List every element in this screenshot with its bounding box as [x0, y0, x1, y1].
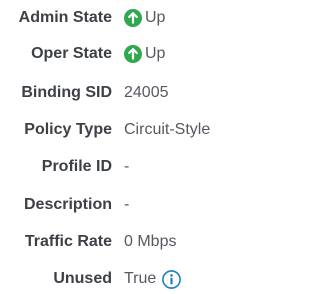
oper-state-value-group: Up — [124, 45, 165, 63]
profile-id-value: - — [124, 158, 130, 175]
admin-state-value-group: Up — [124, 9, 165, 27]
traffic-rate-label: Traffic Rate — [24, 233, 112, 250]
arrow-up-circle-icon — [124, 45, 142, 63]
policy-properties-panel: Admin State Up Oper State Up Binding SID… — [0, 0, 248, 294]
row-policy-type: Policy Type Circuit-Style — [0, 117, 248, 143]
row-admin-state: Admin State Up — [0, 5, 248, 31]
description-value: - — [124, 196, 130, 213]
row-description: Description - — [0, 192, 248, 218]
row-profile-id: Profile ID - — [0, 154, 248, 180]
unused-value-group: True — [124, 269, 182, 289]
profile-id-label: Profile ID — [41, 158, 112, 175]
admin-state-label: Admin State — [18, 9, 112, 26]
policy-type-value: Circuit-Style — [124, 121, 211, 138]
admin-state-value: Up — [145, 9, 166, 26]
row-binding-sid: Binding SID 24005 — [0, 80, 248, 106]
oper-state-label: Oper State — [31, 45, 112, 62]
traffic-rate-value: 0 Mbps — [124, 233, 177, 250]
policy-type-label: Policy Type — [24, 121, 112, 138]
oper-state-value: Up — [145, 45, 166, 62]
row-unused: Unused True — [0, 266, 248, 292]
row-traffic-rate: Traffic Rate 0 Mbps — [0, 229, 248, 255]
binding-sid-value: 24005 — [124, 84, 169, 101]
unused-label: Unused — [53, 270, 112, 287]
arrow-up-circle-icon — [124, 9, 142, 27]
binding-sid-label: Binding SID — [21, 84, 112, 101]
row-oper-state: Oper State Up — [0, 41, 248, 67]
unused-value: True — [124, 270, 157, 287]
info-icon[interactable] — [162, 269, 182, 289]
description-label: Description — [23, 196, 112, 213]
